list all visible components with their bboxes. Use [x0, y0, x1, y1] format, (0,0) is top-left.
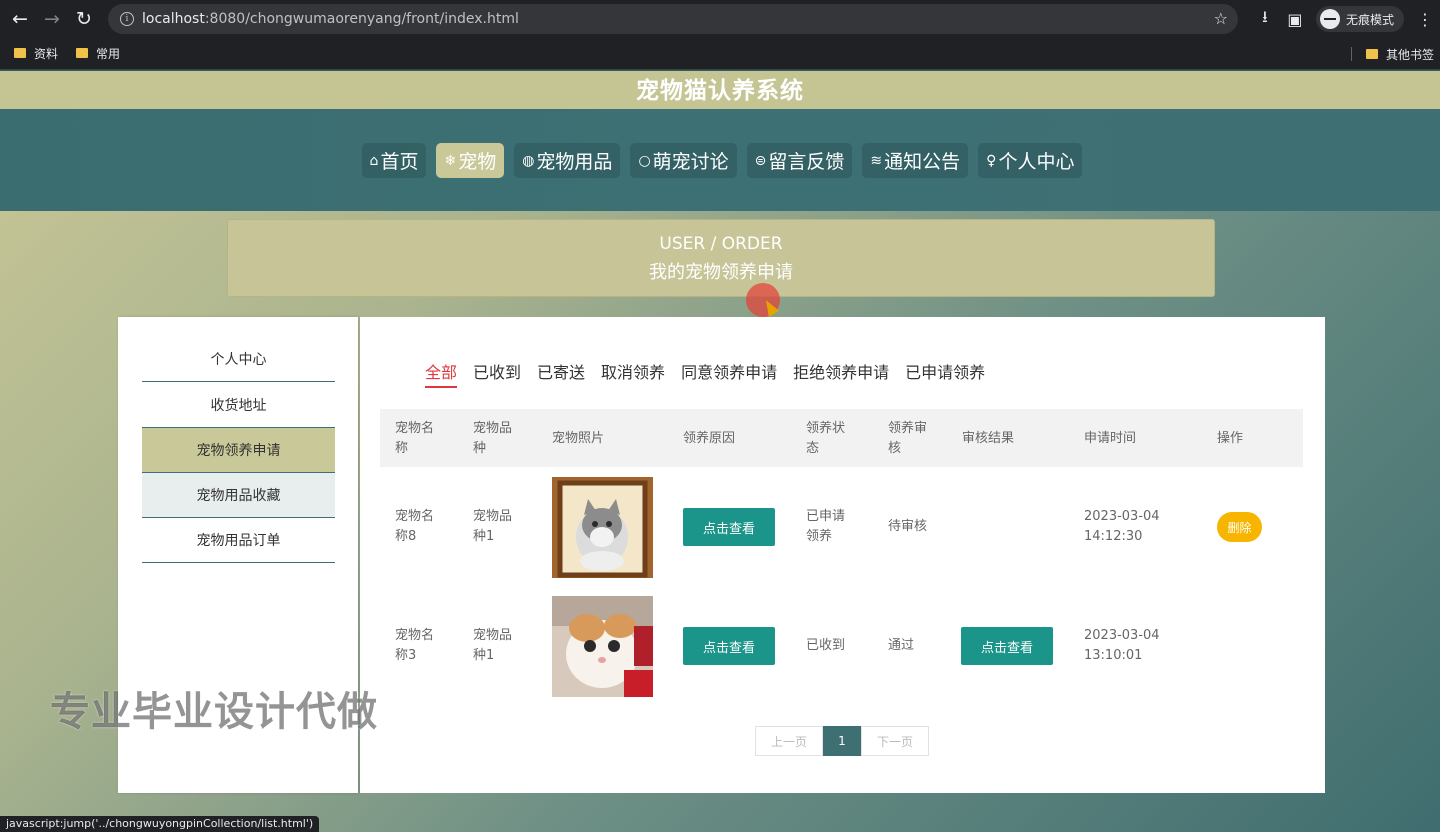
column-header: 宠物品 种 — [473, 421, 513, 456]
bookmark-label: 资料 — [34, 47, 59, 61]
reload-icon[interactable]: ↻ — [68, 3, 100, 35]
adoption-status: 已收到 — [806, 638, 846, 653]
back-icon[interactable]: ← — [4, 3, 36, 35]
table-header: 宠物名 称 宠物品 种 宠物照片 领养原因 领养状 态 领养审 核 审核结果 申… — [380, 409, 1303, 467]
nav-forum[interactable]: ○ 萌宠讨论 — [630, 143, 737, 178]
banner-subtitle: USER / ORDER — [659, 234, 783, 254]
tab-approved[interactable]: 同意领养申请 — [681, 359, 777, 388]
bookmark-label: 其他书签 — [1385, 48, 1434, 62]
sidepanel-icon[interactable]: ▣ — [1280, 10, 1310, 29]
page-title: 我的宠物领养申请 — [649, 262, 793, 283]
url-host: localhost — [142, 11, 205, 27]
column-header: 领养审 核 — [888, 421, 928, 456]
tab-shipped[interactable]: 已寄送 — [537, 359, 585, 388]
info-icon[interactable]: i — [120, 12, 134, 26]
nav-feedback[interactable]: ⊜ 留言反馈 — [746, 143, 853, 178]
status-tabs: 全部 已收到 已寄送 取消领养 同意领养申请 拒绝领养申请 已申请领养 — [425, 359, 1001, 388]
user-icon: ♀ — [986, 152, 997, 169]
nav-pet-supplies[interactable]: ◍ 宠物用品 — [514, 143, 621, 178]
bookmark-label: 常用 — [96, 47, 121, 61]
nav-label: 宠物用品 — [536, 151, 613, 173]
bookmarks-bar: 资料 常用 其他书签 — [0, 38, 1440, 70]
sidebar-item-user-center[interactable]: 个人中心 — [142, 337, 335, 382]
watermark: 专业毕业设计代做 — [50, 689, 378, 735]
sidebar-item-favorites[interactable]: 宠物用品收藏 — [142, 473, 335, 518]
prev-page-button[interactable]: 上一页 — [755, 726, 823, 756]
sidebar-item-address[interactable]: 收货地址 — [142, 383, 335, 428]
column-header: 领养原因 — [683, 431, 736, 446]
snowflake-icon: ❄ — [444, 152, 457, 169]
nav-label: 首页 — [380, 151, 419, 173]
main-panel: 全部 已收到 已寄送 取消领养 同意领养申请 拒绝领养申请 已申请领养 宠物名 … — [360, 317, 1325, 793]
column-header: 审核结果 — [962, 431, 1015, 446]
bookmark-folder[interactable]: 常用 — [76, 45, 120, 62]
pet-photo[interactable] — [552, 596, 653, 697]
globe-icon: ◍ — [522, 152, 535, 169]
view-result-button[interactable]: 点击查看 — [961, 627, 1053, 665]
page-number[interactable]: 1 — [823, 726, 861, 756]
pet-name: 宠物名 称8 — [395, 509, 435, 544]
tab-all[interactable]: 全部 — [425, 359, 458, 388]
browser-toolbar: ← → ↻ i localhost:8080/chongwumaorenyang… — [0, 0, 1440, 38]
incognito-badge[interactable]: 无痕模式 — [1315, 6, 1404, 32]
layers-icon: ≋ — [870, 152, 883, 169]
review-status: 通过 — [888, 638, 915, 653]
apply-time: 2023-03-04 14:12:30 — [1084, 509, 1160, 544]
menu-icon[interactable]: ⋮ — [1410, 10, 1440, 29]
pet-breed: 宠物品 种1 — [473, 509, 513, 544]
tab-received[interactable]: 已收到 — [473, 359, 521, 388]
status-bar-url: javascript:jump('../chongwuyongpinCollec… — [0, 816, 320, 832]
pet-breed: 宠物品 种1 — [473, 628, 513, 663]
view-reason-button[interactable]: 点击查看 — [683, 508, 775, 546]
column-header: 领养状 态 — [806, 421, 846, 456]
tab-cancelled[interactable]: 取消领养 — [601, 359, 665, 388]
nav-notices[interactable]: ≋ 通知公告 — [862, 143, 969, 178]
nav-label: 个人中心 — [998, 151, 1075, 173]
sidebar-item-orders[interactable]: 宠物用品订单 — [142, 518, 335, 563]
nav-label: 通知公告 — [884, 151, 961, 173]
nav-user-center[interactable]: ♀ 个人中心 — [978, 143, 1083, 178]
forward-icon[interactable]: → — [36, 3, 68, 35]
url-path: :8080/chongwumaorenyang/front/index.html — [204, 11, 519, 27]
view-reason-button[interactable]: 点击查看 — [683, 627, 775, 665]
pet-name: 宠物名 称3 — [395, 628, 435, 663]
nav-home[interactable]: ⌂ 首页 — [361, 143, 427, 178]
review-status: 待审核 — [888, 519, 928, 534]
apply-time: 2023-03-04 13:10:01 — [1084, 628, 1160, 663]
message-icon: ⊜ — [754, 152, 767, 169]
column-header: 宠物名 称 — [395, 421, 435, 456]
pet-photo[interactable] — [552, 477, 653, 578]
nav-pets[interactable]: ❄ 宠物 — [436, 143, 505, 178]
pagination: 上一页 1 下一页 — [755, 726, 929, 756]
sidebar-item-adoption[interactable]: 宠物领养申请 — [142, 428, 335, 473]
bookmark-star-icon[interactable]: ☆ — [1214, 9, 1228, 28]
download-icon[interactable]: ⭳ — [1250, 6, 1280, 33]
folder-icon — [14, 47, 26, 58]
tab-rejected[interactable]: 拒绝领养申请 — [793, 359, 889, 388]
page-banner: USER / ORDER 我的宠物领养申请 — [227, 219, 1215, 297]
column-header: 宠物照片 — [552, 431, 605, 446]
page: 宠物猫认养系统 ⌂ 首页 ❄ 宠物 ◍ 宠物用品 ○ 萌宠讨论 ⊜ 留言反馈 ≋ 通知公告 … — [0, 71, 1440, 832]
next-page-button[interactable]: 下一页 — [861, 726, 929, 756]
nav-label: 萌宠讨论 — [652, 151, 729, 173]
adoption-status: 已申请 领养 — [806, 509, 846, 544]
folder-icon — [76, 47, 89, 58]
other-bookmarks[interactable]: 其他书签 — [1365, 46, 1434, 63]
address-bar[interactable]: i localhost:8080/chongwumaorenyang/front… — [108, 4, 1238, 34]
tab-applied[interactable]: 已申请领养 — [905, 359, 985, 388]
column-header: 操作 — [1217, 431, 1244, 446]
site-title: 宠物猫认养系统 — [0, 71, 1440, 109]
circle-icon: ○ — [638, 152, 651, 169]
nav-label: 留言反馈 — [768, 151, 845, 173]
incognito-label: 无痕模式 — [1345, 12, 1394, 27]
column-header: 申请时间 — [1084, 431, 1137, 446]
divider — [1351, 47, 1352, 61]
incognito-icon — [1319, 9, 1340, 29]
home-icon: ⌂ — [369, 152, 379, 169]
nav-label: 宠物 — [458, 151, 497, 173]
delete-button[interactable]: 删除 — [1217, 512, 1262, 542]
bookmark-folder[interactable]: 资料 — [14, 45, 58, 62]
main-nav: ⌂ 首页 ❄ 宠物 ◍ 宠物用品 ○ 萌宠讨论 ⊜ 留言反馈 ≋ 通知公告 ♀ 个人中心 — [0, 109, 1440, 211]
folder-icon — [1365, 48, 1378, 59]
